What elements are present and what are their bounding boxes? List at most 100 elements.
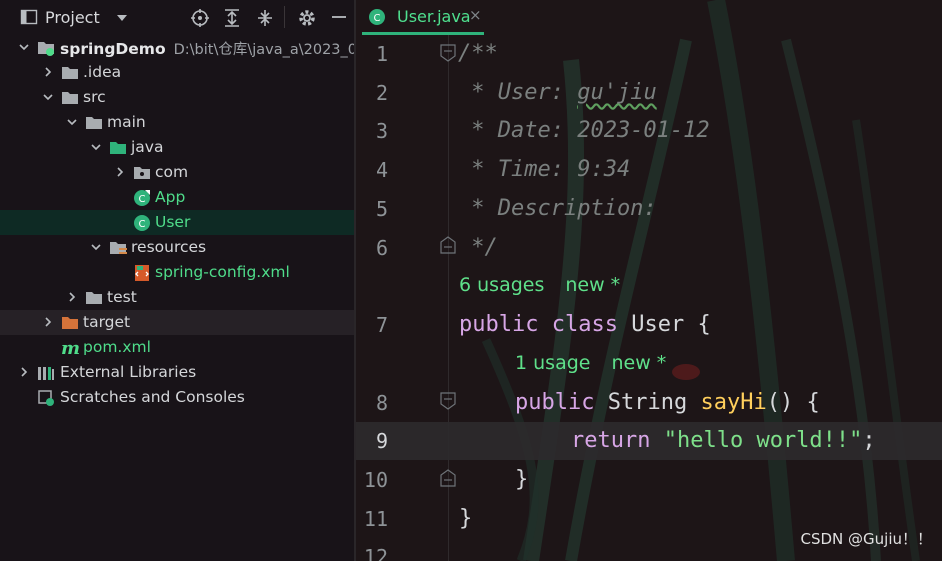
close-icon[interactable]: × [469, 6, 482, 24]
author-hint[interactable]: new * [611, 352, 666, 374]
keyword: class [551, 312, 618, 337]
module-folder-icon [37, 39, 55, 57]
code-editor[interactable]: C User.java × 1 2 3 4 5 6 7 8 9 10 11 12… [356, 0, 942, 561]
usages-hint[interactable]: 1 usage [515, 352, 590, 374]
folder-icon [61, 89, 79, 107]
minimize-icon[interactable] [330, 8, 348, 30]
locate-icon[interactable] [190, 8, 210, 32]
tab-label: User.java [397, 7, 471, 26]
string-literal: "hello world!!" [663, 428, 863, 453]
excluded-folder-icon [61, 314, 79, 332]
tree-item-label: App [155, 188, 186, 206]
svg-text:C: C [374, 13, 381, 24]
tree-item-idea[interactable]: .idea [0, 60, 354, 85]
tab-user-java[interactable]: C User.java × [362, 0, 484, 35]
usages-hint[interactable]: 6 usages [459, 274, 544, 296]
tree-item-test[interactable]: test [0, 285, 354, 310]
line-number: 7 [375, 313, 388, 337]
tree-item-label: resources [131, 238, 207, 256]
chevron-right-icon[interactable] [42, 66, 54, 78]
line-number: 4 [375, 158, 388, 182]
collapse-all-icon[interactable] [256, 8, 274, 32]
tree-item-label: src [83, 88, 106, 106]
library-icon [37, 364, 55, 382]
tree-item-spring-config[interactable]: spring-config.xml [0, 260, 354, 285]
fold-marker-icon[interactable] [440, 392, 456, 414]
folder-icon [61, 64, 79, 82]
package-icon [133, 164, 151, 182]
tree-item-src[interactable]: src [0, 85, 354, 110]
inlay-hint-class[interactable]: 6 usages new * [459, 274, 620, 296]
code-line-2: * User: gu'jiu [458, 80, 657, 105]
class-name: User [631, 312, 685, 337]
tree-item-java[interactable]: java [0, 135, 354, 160]
watermark: CSDN @Gujiu！！ [800, 530, 932, 548]
gear-icon[interactable] [297, 8, 317, 32]
tree-item-user[interactable]: C User [0, 210, 354, 235]
line-number: 12 [363, 545, 388, 561]
tree-item-target[interactable]: target [0, 310, 354, 335]
comment-user-value: gu'jiu [577, 80, 657, 105]
project-path: D:\bit\仓库\java_a\2023_01_ [173, 42, 354, 58]
project-view-icon[interactable] [20, 8, 38, 30]
tree-item-label: com [155, 163, 189, 181]
tree-item-label: pom.xml [83, 338, 151, 356]
expand-all-icon[interactable] [223, 8, 241, 32]
tree-item-label: target [83, 313, 131, 331]
resources-folder-icon [109, 239, 127, 257]
scratches-icon [37, 389, 55, 407]
tree-item-springdemo[interactable]: springDemo D:\bit\仓库\java_a\2023_01_ [0, 35, 354, 60]
line-number: 6 [375, 236, 388, 260]
chevron-right-icon[interactable] [42, 316, 54, 328]
chevron-down-icon[interactable] [90, 241, 102, 253]
tree-item-com[interactable]: com [0, 160, 354, 185]
tree-item-label: Scratches and Consoles [60, 388, 245, 406]
line-number: 5 [375, 197, 388, 221]
chevron-down-icon[interactable] [42, 91, 54, 103]
project-header: Project [0, 0, 354, 34]
svg-text:C: C [139, 194, 146, 205]
line-number: 11 [363, 507, 388, 531]
xml-file-icon [133, 264, 151, 282]
tree-item-label: java [131, 138, 164, 156]
code-line-10: } [515, 467, 529, 492]
chevron-down-icon[interactable] [66, 116, 78, 128]
fold-marker-icon[interactable] [440, 44, 456, 66]
project-view-title[interactable]: Project [45, 8, 100, 27]
line-number: 1 [375, 42, 388, 66]
semicolon: ; [862, 428, 876, 453]
code-line-4: * Time: 9:34 [458, 157, 631, 182]
project-panel: Project springDemo D:\bit\仓库\java_a\2023_… [0, 0, 354, 561]
chevron-right-icon[interactable] [66, 291, 78, 303]
code-line-7: public class User { [459, 312, 711, 337]
java-class-icon: C [133, 189, 151, 207]
source-folder-icon [109, 139, 127, 157]
author-hint[interactable]: new * [565, 274, 620, 296]
line-number: 10 [363, 468, 388, 492]
code-line-5: * Description: [458, 196, 657, 221]
toolbar-divider [284, 6, 286, 32]
keyword: public [515, 390, 595, 415]
tree-item-pom[interactable]: m pom.xml [0, 335, 354, 360]
method-signature: () { [766, 390, 820, 415]
tree-item-external-libraries[interactable]: External Libraries [0, 360, 354, 385]
chevron-right-icon[interactable] [114, 166, 126, 178]
tree-item-app[interactable]: C App [0, 185, 354, 210]
code-line-11: } [459, 506, 473, 531]
svg-text:m: m [61, 338, 80, 358]
chevron-down-icon[interactable] [90, 141, 102, 153]
java-class-icon: C [133, 214, 151, 232]
chevron-right-icon[interactable] [18, 366, 30, 378]
code-line-8: public String sayHi() { [515, 390, 820, 415]
code-line-3: * Date: 2023-01-12 [458, 118, 710, 143]
tree-item-resources[interactable]: resources [0, 235, 354, 260]
fold-marker-icon[interactable] [440, 236, 456, 258]
type-name: String [607, 390, 688, 415]
method-name: sayHi [700, 390, 767, 415]
fold-marker-icon[interactable] [440, 469, 456, 491]
tree-item-main[interactable]: main [0, 110, 354, 135]
chevron-down-icon[interactable] [115, 10, 129, 29]
tree-item-scratches[interactable]: Scratches and Consoles [0, 385, 354, 410]
inlay-hint-method[interactable]: 1 usage new * [515, 352, 666, 374]
chevron-down-icon[interactable] [18, 41, 30, 53]
